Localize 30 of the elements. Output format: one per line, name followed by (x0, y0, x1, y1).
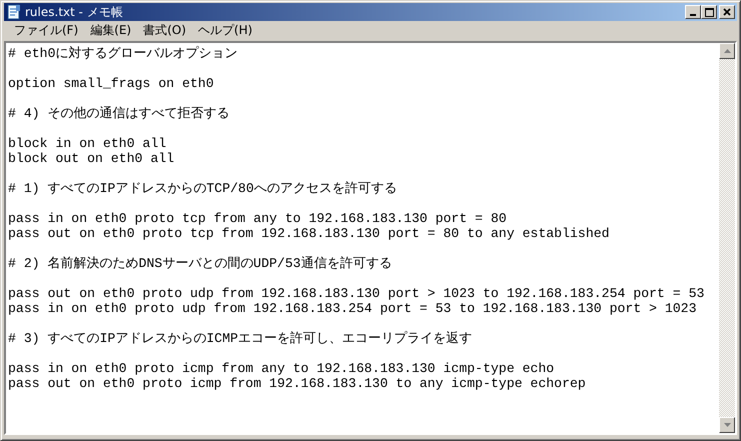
vertical-scrollbar[interactable] (719, 43, 735, 433)
text-line: pass in on eth0 proto udp from 192.168.183.254 port = 53 to 192.168.183.130 port > 1023 (8, 301, 696, 316)
text-line: block in on eth0 all (8, 136, 166, 151)
close-icon (723, 8, 731, 16)
text-line: pass out on eth0 proto tcp from 192.168.183.130 port = 80 to any established (8, 226, 610, 241)
scroll-up-button[interactable] (719, 43, 735, 59)
menu-item[interactable]: 書式(O) (137, 22, 192, 39)
text-line: # 4) その他の通信はすべて拒否する (8, 106, 230, 121)
minimize-button[interactable] (685, 5, 701, 19)
text-line: # 1) すべてのIPアドレスからのTCP/80へのアクセスを許可する (8, 181, 397, 196)
maximize-button[interactable] (701, 5, 717, 19)
menu-item[interactable]: 編集(E) (84, 22, 138, 39)
text-line: # 3) すべてのIPアドレスからのICMPエコーを許可し、エコーリプライを返す (8, 331, 472, 346)
close-button[interactable] (719, 5, 735, 19)
text-line: pass in on eth0 proto icmp from any to 192.168.183.130 icmp-type echo (8, 361, 554, 376)
text-line: # eth0に対するグローバルオプション (8, 46, 238, 61)
window-title: rules.txt - メモ帳 (25, 4, 124, 20)
text-line: option small_frags on eth0 (8, 76, 214, 91)
text-line: block out on eth0 all (8, 151, 174, 166)
down-arrow-icon (724, 423, 730, 427)
notepad-icon (6, 4, 22, 20)
scroll-down-button[interactable] (719, 417, 735, 433)
text-line: pass in on eth0 proto tcp from any to 192.168.183.130 port = 80 (8, 211, 507, 226)
text-line: pass out on eth0 proto icmp from 192.168.183.130 to any icmp-type echorep (8, 376, 586, 391)
text-line: # 2) 名前解決のためDNSサーバとの間のUDP/53通信を許可する (8, 256, 392, 271)
menu-item[interactable]: ヘルプ(H) (192, 22, 258, 39)
up-arrow-icon (724, 49, 730, 53)
menu-item[interactable]: ファイル(F) (8, 22, 84, 39)
maximize-icon (704, 8, 714, 16)
text-line: pass out on eth0 proto udp from 192.168.183.130 port > 1023 to 192.168.183.254 port = 53 (8, 286, 704, 301)
